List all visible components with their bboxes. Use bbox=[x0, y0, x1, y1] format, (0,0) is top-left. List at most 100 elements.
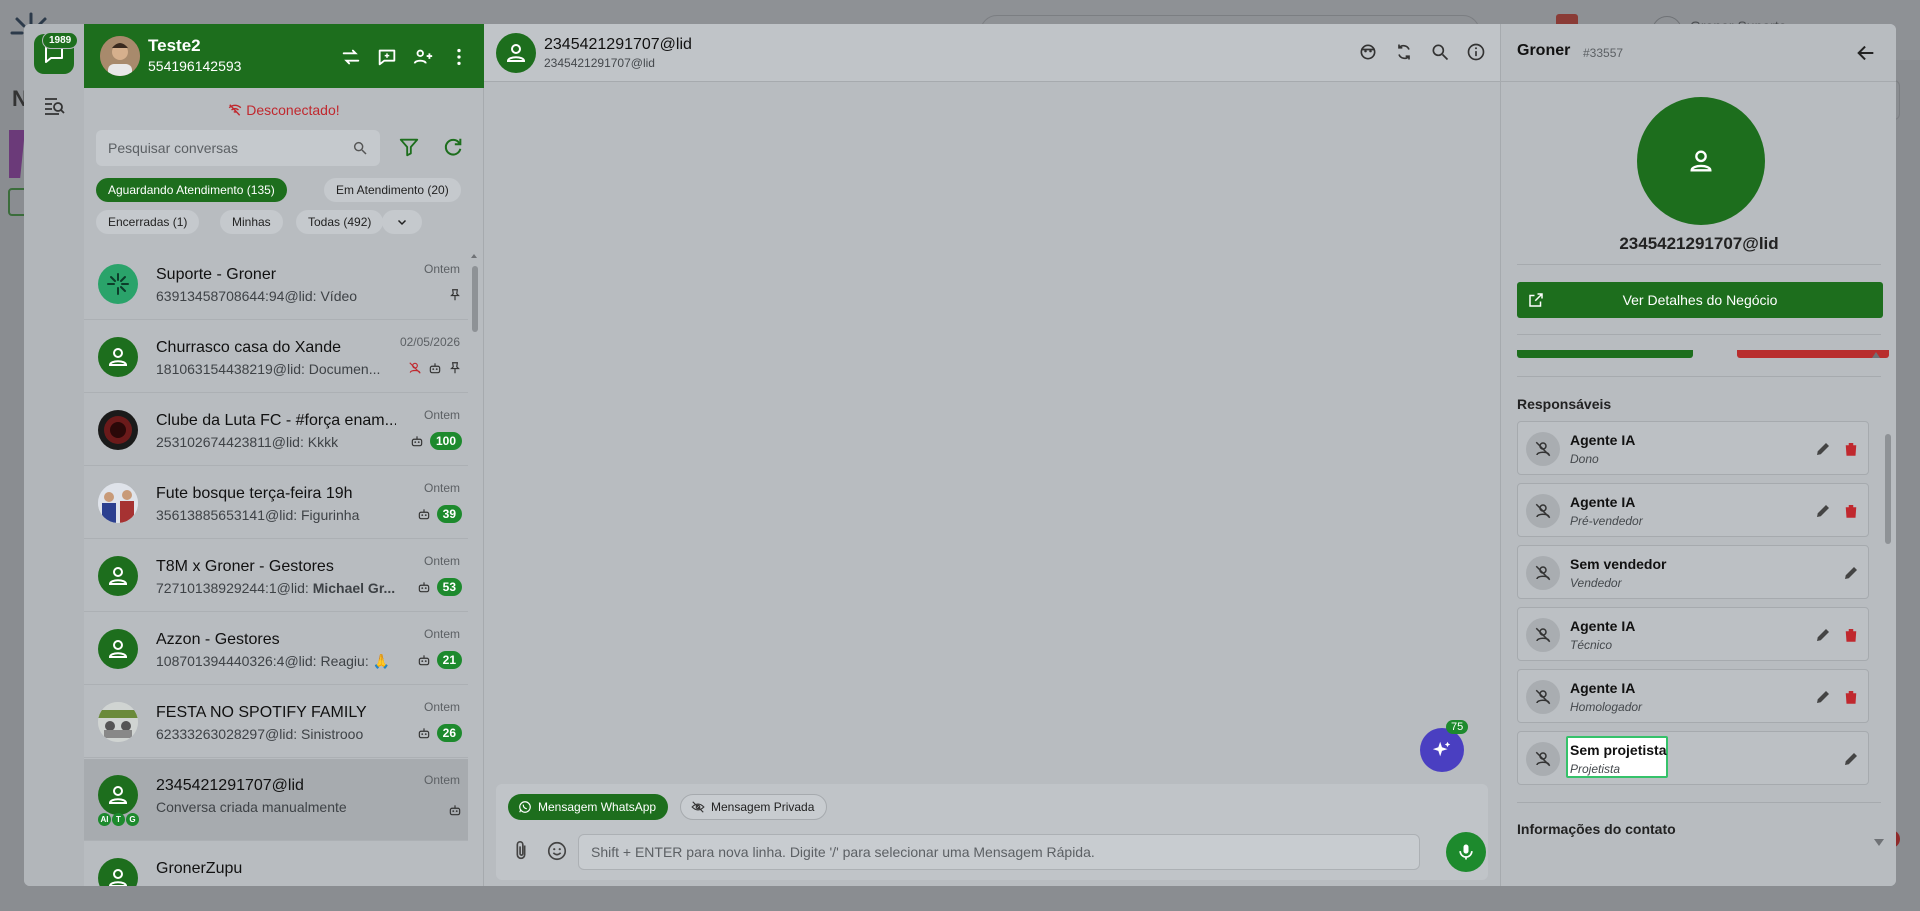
responsible-role: Vendedor bbox=[1570, 576, 1622, 590]
tag-badge: G bbox=[126, 813, 139, 826]
list-item-selected[interactable]: AI T G 2345421291707@lid Conversa criada… bbox=[84, 759, 468, 841]
pencil-icon[interactable] bbox=[1814, 440, 1832, 458]
conversation-name: Clube da Luta FC - #força enam... bbox=[156, 412, 396, 429]
list-item[interactable]: Azzon - Gestores 108701394440326:4@lid: … bbox=[84, 613, 468, 685]
refresh-icon[interactable] bbox=[442, 136, 464, 158]
chat-contact-avatar[interactable] bbox=[496, 33, 536, 73]
mic-button[interactable] bbox=[1446, 832, 1486, 872]
conversation-icons: 39 bbox=[417, 505, 462, 523]
chip-em-atendimento[interactable]: Em Atendimento (20) bbox=[324, 178, 461, 202]
details-panel: Groner #33557 2345421291707@lid Ver Deta… bbox=[1500, 24, 1896, 886]
conversation-scrollbar[interactable] bbox=[470, 252, 478, 882]
emoji-icon[interactable] bbox=[546, 840, 568, 862]
responsible-name: Sem vendedor bbox=[1570, 556, 1667, 572]
conversation-time: Ontem bbox=[423, 262, 460, 276]
conversation-name: 2345421291707@lid bbox=[156, 777, 304, 794]
account-avatar[interactable] bbox=[100, 36, 140, 76]
list-item[interactable]: Churrasco casa do Xande 181063154438219@… bbox=[84, 321, 468, 393]
scroll-up-icon[interactable] bbox=[1871, 350, 1881, 360]
unread-count: 39 bbox=[436, 505, 462, 523]
conversation-icons: 26 bbox=[417, 724, 462, 742]
partial-action-button-red[interactable] bbox=[1737, 350, 1889, 358]
chevron-down-icon[interactable] bbox=[1873, 836, 1885, 848]
attach-icon[interactable] bbox=[510, 840, 532, 862]
responsible-name: Sem projetista bbox=[1570, 742, 1667, 758]
arrow-back-icon[interactable] bbox=[1855, 42, 1877, 64]
scroll-up-icon[interactable] bbox=[470, 252, 478, 260]
list-item[interactable]: T8M x Groner - Gestores 72710138929244:1… bbox=[84, 540, 468, 612]
responsible-name: Agente IA bbox=[1570, 618, 1636, 634]
view-deal-button[interactable]: Ver Detalhes do Negócio bbox=[1517, 282, 1883, 318]
filter-icon[interactable] bbox=[398, 136, 420, 158]
conversation-scroll-thumb[interactable] bbox=[472, 266, 478, 332]
list-item[interactable]: Fute bosque terça-feira 19h 356138856531… bbox=[84, 467, 468, 539]
trash-icon[interactable] bbox=[1842, 502, 1860, 520]
responsible-name: Agente IA bbox=[1570, 494, 1636, 510]
tab-whatsapp-message[interactable]: Mensagem WhatsApp bbox=[508, 794, 669, 820]
pencil-icon[interactable] bbox=[1842, 750, 1860, 768]
chat-count-badge: 1989 bbox=[42, 32, 79, 49]
list-item[interactable]: FESTA NO SPOTIFY FAMILY 62333263028297@l… bbox=[84, 686, 468, 758]
list-item[interactable]: Clube da Luta FC - #força enam... 253102… bbox=[84, 394, 468, 466]
message-input[interactable] bbox=[579, 835, 1419, 869]
details-scroll-thumb[interactable] bbox=[1885, 434, 1891, 544]
account-photo-icon bbox=[100, 36, 140, 76]
chip-encerradas[interactable]: Encerradas (1) bbox=[96, 210, 200, 234]
preview-prefix: 72710138929244:1@lid: bbox=[156, 580, 309, 596]
message-input-wrapper bbox=[578, 834, 1420, 870]
list-item[interactable]: Suporte - Groner 63913458708644:94@lid: … bbox=[84, 248, 468, 320]
add-group-icon[interactable] bbox=[412, 46, 434, 68]
bot-icon bbox=[418, 509, 429, 520]
chips-more-button[interactable] bbox=[382, 210, 422, 234]
trash-icon[interactable] bbox=[1842, 440, 1860, 458]
pencil-icon[interactable] bbox=[1814, 502, 1832, 520]
pencil-icon[interactable] bbox=[1842, 564, 1860, 582]
preview-sender: Michael Gr... bbox=[312, 580, 396, 596]
conversation-search-input[interactable] bbox=[96, 130, 336, 166]
ai-face-icon[interactable] bbox=[1358, 42, 1378, 62]
unread-count: 53 bbox=[436, 578, 462, 596]
ai-assistant-button[interactable] bbox=[1420, 728, 1464, 772]
account-name: Teste2 bbox=[148, 36, 201, 55]
conversation-preview: 181063154438219@lid: Documen... bbox=[156, 361, 381, 377]
responsible-name: Agente IA bbox=[1570, 432, 1636, 448]
conversation-preview: 72710138929244:1@lid: Michael Gr... bbox=[156, 580, 396, 596]
tab-private-message[interactable]: Mensagem Privada bbox=[680, 794, 828, 820]
search-list-icon[interactable] bbox=[42, 94, 66, 118]
conversation-search bbox=[96, 130, 380, 166]
sync-icon[interactable] bbox=[1394, 42, 1414, 62]
whatsapp-icon bbox=[519, 801, 531, 813]
pencil-icon[interactable] bbox=[1814, 626, 1832, 644]
chip-todas[interactable]: Todas (492) bbox=[296, 210, 384, 234]
transfer-icon[interactable] bbox=[340, 46, 362, 68]
divider bbox=[1517, 334, 1881, 335]
details-title: Groner bbox=[1517, 42, 1571, 59]
pencil-icon[interactable] bbox=[1814, 688, 1832, 706]
conversation-avatar bbox=[98, 264, 138, 304]
conversation-preview: 253102674423811@lid: Kkkk bbox=[156, 434, 339, 450]
search-icon[interactable] bbox=[352, 140, 368, 156]
conversation-avatar bbox=[98, 556, 138, 596]
trash-icon[interactable] bbox=[1842, 688, 1860, 706]
info-icon[interactable] bbox=[1466, 42, 1486, 62]
new-chat-icon[interactable] bbox=[376, 46, 398, 68]
trash-icon[interactable] bbox=[1842, 626, 1860, 644]
responsible-card: Agente IA Homologador bbox=[1517, 669, 1869, 723]
conversation-icons bbox=[448, 803, 462, 817]
conversation-preview: 62333263028297@lid: Sinistrooo bbox=[156, 726, 364, 742]
responsible-role: Técnico bbox=[1570, 638, 1613, 652]
responsible-avatar bbox=[1526, 556, 1560, 590]
person-icon bbox=[506, 44, 526, 62]
conversation-time: Ontem bbox=[423, 700, 460, 714]
list-item[interactable]: GronerZupu bbox=[84, 842, 468, 886]
contact-info-title[interactable]: Informações do contato bbox=[1517, 821, 1676, 837]
search-icon[interactable] bbox=[1430, 42, 1450, 62]
pin-icon[interactable] bbox=[448, 288, 462, 302]
more-vertical-icon[interactable] bbox=[448, 46, 470, 68]
chip-aguardando[interactable]: Aguardando Atendimento (135) bbox=[96, 178, 287, 202]
chip-minhas[interactable]: Minhas bbox=[220, 210, 283, 234]
responsible-avatar bbox=[1526, 432, 1560, 466]
connection-status: Desconectado! bbox=[84, 102, 484, 118]
partial-action-button-green[interactable] bbox=[1517, 350, 1693, 358]
pin-icon[interactable] bbox=[448, 361, 462, 375]
